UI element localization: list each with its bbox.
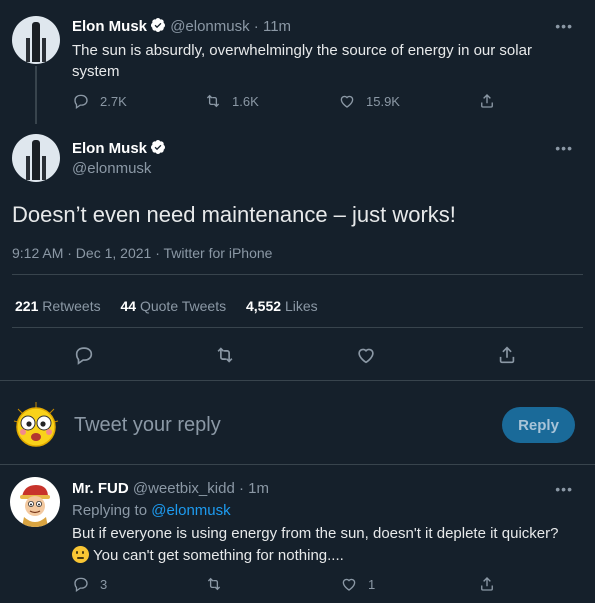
reply-count: 3 (100, 576, 108, 592)
user-avatar[interactable] (10, 399, 62, 451)
tweet-time[interactable]: · 11m (254, 18, 291, 35)
tweet-meta[interactable]: 9:12 AM · Dec 1, 2021 · Twitter for iPho… (12, 245, 272, 261)
more-icon[interactable]: ••• (555, 140, 573, 156)
retweet-icon (207, 577, 221, 591)
tweet-text-line: You can't get something for nothing.... (93, 547, 344, 564)
more-icon[interactable]: ••• (555, 481, 573, 497)
avatar[interactable] (10, 477, 60, 527)
share-action[interactable] (478, 575, 496, 593)
replying-to-link[interactable]: @elonmusk (151, 502, 230, 519)
like-action[interactable]: 15.9K (338, 92, 400, 110)
retweet-count: 1.6K (232, 93, 259, 109)
share-action[interactable] (496, 344, 518, 366)
reply-icon (74, 94, 88, 110)
retweet-action[interactable]: 1.6K (204, 92, 259, 110)
reply-composer: Tweet your reply Reply (0, 381, 595, 464)
main-tweet: Elon Musk @elonmusk ••• Doesn’t even nee… (0, 124, 595, 380)
like-action[interactable] (355, 344, 377, 366)
reply-icon (75, 347, 93, 365)
divider (12, 274, 583, 275)
tweet-text: But if everyone is using energy from the… (72, 523, 577, 567)
tweet-text: Doesn’t even need maintenance – just wor… (12, 202, 456, 227)
verified-badge-icon (151, 18, 166, 32)
like-action[interactable]: 1 (340, 575, 375, 593)
author-name[interactable]: Elon Musk (72, 140, 147, 157)
share-icon (481, 94, 493, 108)
reply-icon (74, 577, 88, 593)
retweet-icon (206, 94, 220, 108)
avatar[interactable] (12, 134, 60, 182)
reply-action[interactable] (73, 344, 95, 366)
tweet-stats: 221 Retweets 44 Quote Tweets 4,552 Likes (15, 298, 318, 314)
avatar[interactable] (12, 16, 60, 64)
parent-tweet[interactable]: Elon Musk @elonmusk · 11m ••• The sun is… (0, 0, 595, 124)
author-handle[interactable]: @elonmusk (170, 18, 249, 35)
reply-action[interactable]: 2.7K (72, 92, 127, 110)
reply-tweet[interactable]: Mr. FUD @weetbix_kidd · 1m ••• Replying … (0, 465, 595, 603)
retweets-stat[interactable]: 221 Retweets (15, 298, 101, 314)
divider (12, 327, 583, 328)
tweet-text: The sun is absurdly, overwhelmingly the … (72, 42, 532, 80)
reply-input[interactable]: Tweet your reply (74, 414, 221, 437)
author-name[interactable]: Mr. FUD (72, 480, 129, 497)
cartoon-avatar-icon (20, 485, 50, 527)
share-action[interactable] (478, 92, 496, 110)
author-name[interactable]: Elon Musk (72, 18, 147, 35)
thread-line (35, 66, 37, 124)
author-handle[interactable]: @weetbix_kidd (133, 480, 235, 497)
replying-to-label: Replying to (72, 502, 148, 519)
retweet-icon (217, 347, 233, 363)
retweet-action[interactable] (214, 344, 236, 366)
verified-badge-icon (151, 140, 166, 154)
more-icon[interactable]: ••• (555, 18, 573, 34)
share-icon (499, 346, 515, 364)
emoji-face-icon (13, 402, 59, 447)
likes-stat[interactable]: 4,552 Likes (246, 298, 318, 314)
author-handle[interactable]: @elonmusk (72, 160, 151, 177)
thinking-emoji-icon (72, 546, 89, 563)
like-icon (340, 95, 354, 108)
like-icon (342, 578, 356, 591)
like-count: 15.9K (366, 93, 400, 109)
retweet-action[interactable] (205, 575, 223, 593)
tweet-time[interactable]: · 1m (239, 480, 269, 497)
share-icon (481, 577, 493, 591)
reply-count: 2.7K (100, 93, 127, 109)
quote-tweets-stat[interactable]: 44 Quote Tweets (121, 298, 227, 314)
reply-button[interactable]: Reply (502, 407, 575, 443)
like-icon (358, 348, 374, 364)
reply-action[interactable]: 3 (72, 575, 107, 593)
tweet-text-line: But if everyone is using energy from the… (72, 525, 559, 542)
like-count: 1 (368, 576, 376, 592)
